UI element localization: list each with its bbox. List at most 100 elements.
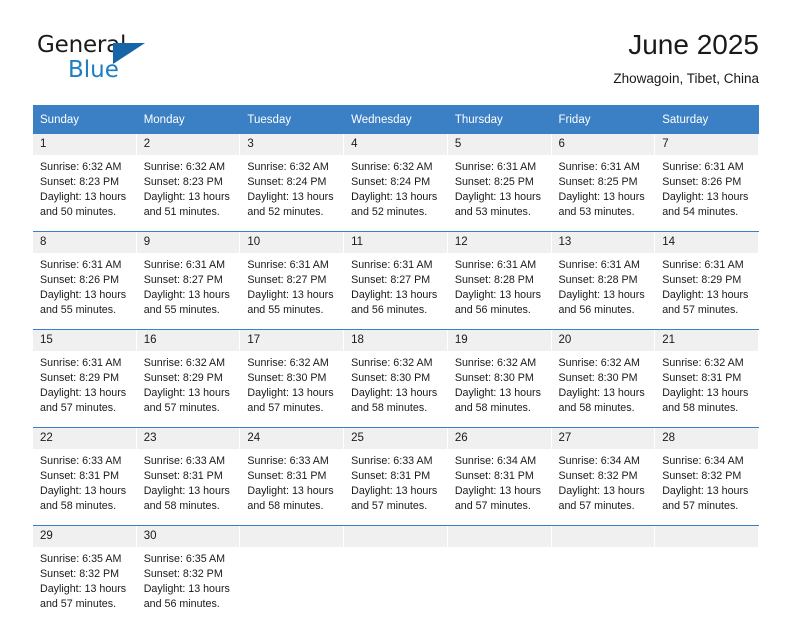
sunset-time: Sunset: 8:23 PM xyxy=(40,175,129,190)
sunset-time: Sunset: 8:27 PM xyxy=(144,273,233,288)
weekday-header-saturday: Saturday xyxy=(655,105,759,134)
sunrise-time: Sunrise: 6:34 AM xyxy=(559,454,648,469)
sunset-time: Sunset: 8:27 PM xyxy=(247,273,336,288)
day-details: Sunrise: 6:31 AMSunset: 8:29 PMDaylight:… xyxy=(33,351,137,427)
calendar-day-cell[interactable]: 5Sunrise: 6:31 AMSunset: 8:25 PMDaylight… xyxy=(448,134,552,232)
daylight-duration: Daylight: 13 hours and 58 minutes. xyxy=(559,386,648,416)
day-number: 3 xyxy=(240,134,344,155)
calendar-day-cell[interactable]: 13Sunrise: 6:31 AMSunset: 8:28 PMDayligh… xyxy=(552,232,656,330)
calendar-day-cell[interactable]: 20Sunrise: 6:32 AMSunset: 8:30 PMDayligh… xyxy=(552,330,656,428)
calendar-day-cell[interactable]: 15Sunrise: 6:31 AMSunset: 8:29 PMDayligh… xyxy=(33,330,137,428)
page-title: June 2025 xyxy=(613,28,759,62)
calendar-day-cell[interactable]: 24Sunrise: 6:33 AMSunset: 8:31 PMDayligh… xyxy=(240,428,344,526)
sunrise-time: Sunrise: 6:35 AM xyxy=(144,552,233,567)
daylight-duration: Daylight: 13 hours and 57 minutes. xyxy=(40,582,129,612)
sunset-time: Sunset: 8:30 PM xyxy=(247,371,336,386)
sunset-time: Sunset: 8:31 PM xyxy=(662,371,751,386)
calendar-day-cell[interactable]: 23Sunrise: 6:33 AMSunset: 8:31 PMDayligh… xyxy=(137,428,241,526)
daylight-duration: Daylight: 13 hours and 58 minutes. xyxy=(144,484,233,514)
sunrise-time: Sunrise: 6:32 AM xyxy=(247,160,336,175)
sunset-time: Sunset: 8:29 PM xyxy=(144,371,233,386)
daylight-duration: Daylight: 13 hours and 57 minutes. xyxy=(662,288,751,318)
calendar-day-cell[interactable]: 30Sunrise: 6:35 AMSunset: 8:32 PMDayligh… xyxy=(137,526,241,623)
daylight-duration: Daylight: 13 hours and 56 minutes. xyxy=(144,582,233,612)
calendar-empty-cell xyxy=(448,526,552,623)
daylight-duration: Daylight: 13 hours and 57 minutes. xyxy=(559,484,648,514)
day-details: Sunrise: 6:32 AMSunset: 8:23 PMDaylight:… xyxy=(137,155,241,231)
sunset-time: Sunset: 8:31 PM xyxy=(247,469,336,484)
day-number: 27 xyxy=(552,428,656,449)
sunrise-time: Sunrise: 6:35 AM xyxy=(40,552,129,567)
calendar-day-cell[interactable]: 2Sunrise: 6:32 AMSunset: 8:23 PMDaylight… xyxy=(137,134,241,232)
sunset-time: Sunset: 8:31 PM xyxy=(455,469,544,484)
calendar-day-cell[interactable]: 9Sunrise: 6:31 AMSunset: 8:27 PMDaylight… xyxy=(137,232,241,330)
daylight-duration: Daylight: 13 hours and 57 minutes. xyxy=(40,386,129,416)
calendar-day-cell[interactable]: 6Sunrise: 6:31 AMSunset: 8:25 PMDaylight… xyxy=(552,134,656,232)
calendar-day-cell[interactable]: 14Sunrise: 6:31 AMSunset: 8:29 PMDayligh… xyxy=(655,232,759,330)
day-details: Sunrise: 6:33 AMSunset: 8:31 PMDaylight:… xyxy=(240,449,344,525)
sunset-time: Sunset: 8:29 PM xyxy=(662,273,751,288)
calendar-day-cell[interactable]: 16Sunrise: 6:32 AMSunset: 8:29 PMDayligh… xyxy=(137,330,241,428)
day-details: Sunrise: 6:34 AMSunset: 8:32 PMDaylight:… xyxy=(552,449,656,525)
day-number xyxy=(448,526,552,547)
day-details: Sunrise: 6:33 AMSunset: 8:31 PMDaylight:… xyxy=(344,449,448,525)
sunrise-time: Sunrise: 6:33 AM xyxy=(144,454,233,469)
calendar-day-cell[interactable]: 17Sunrise: 6:32 AMSunset: 8:30 PMDayligh… xyxy=(240,330,344,428)
logo-text-blue: Blue xyxy=(68,57,119,83)
daylight-duration: Daylight: 13 hours and 51 minutes. xyxy=(144,190,233,220)
calendar-day-cell[interactable]: 25Sunrise: 6:33 AMSunset: 8:31 PMDayligh… xyxy=(344,428,448,526)
sunset-time: Sunset: 8:30 PM xyxy=(559,371,648,386)
sunrise-time: Sunrise: 6:31 AM xyxy=(559,258,648,273)
calendar-header-row: SundayMondayTuesdayWednesdayThursdayFrid… xyxy=(33,105,759,134)
day-number: 17 xyxy=(240,330,344,351)
calendar-page: General Blue June 2025 Zhowagoin, Tibet,… xyxy=(0,0,792,612)
daylight-duration: Daylight: 13 hours and 53 minutes. xyxy=(559,190,648,220)
sunset-time: Sunset: 8:31 PM xyxy=(351,469,440,484)
day-number: 6 xyxy=(552,134,656,155)
sunrise-time: Sunrise: 6:33 AM xyxy=(247,454,336,469)
calendar-day-cell[interactable]: 10Sunrise: 6:31 AMSunset: 8:27 PMDayligh… xyxy=(240,232,344,330)
sunset-time: Sunset: 8:30 PM xyxy=(351,371,440,386)
day-details: Sunrise: 6:31 AMSunset: 8:25 PMDaylight:… xyxy=(552,155,656,231)
day-details: Sunrise: 6:32 AMSunset: 8:24 PMDaylight:… xyxy=(240,155,344,231)
sunrise-time: Sunrise: 6:32 AM xyxy=(247,356,336,371)
day-number: 29 xyxy=(33,526,137,547)
daylight-duration: Daylight: 13 hours and 56 minutes. xyxy=(351,288,440,318)
weekday-header-tuesday: Tuesday xyxy=(240,105,344,134)
calendar-body: 1Sunrise: 6:32 AMSunset: 8:23 PMDaylight… xyxy=(33,134,759,623)
day-details: Sunrise: 6:31 AMSunset: 8:26 PMDaylight:… xyxy=(33,253,137,329)
calendar-day-cell[interactable]: 3Sunrise: 6:32 AMSunset: 8:24 PMDaylight… xyxy=(240,134,344,232)
general-blue-logo[interactable]: General Blue xyxy=(37,32,167,88)
calendar-week-row: 15Sunrise: 6:31 AMSunset: 8:29 PMDayligh… xyxy=(33,330,759,428)
calendar-day-cell[interactable]: 29Sunrise: 6:35 AMSunset: 8:32 PMDayligh… xyxy=(33,526,137,623)
calendar-day-cell[interactable]: 26Sunrise: 6:34 AMSunset: 8:31 PMDayligh… xyxy=(448,428,552,526)
sunset-time: Sunset: 8:26 PM xyxy=(662,175,751,190)
day-details: Sunrise: 6:32 AMSunset: 8:30 PMDaylight:… xyxy=(552,351,656,427)
day-number: 2 xyxy=(137,134,241,155)
calendar-day-cell[interactable]: 22Sunrise: 6:33 AMSunset: 8:31 PMDayligh… xyxy=(33,428,137,526)
calendar-day-cell[interactable]: 28Sunrise: 6:34 AMSunset: 8:32 PMDayligh… xyxy=(655,428,759,526)
calendar-day-cell[interactable]: 7Sunrise: 6:31 AMSunset: 8:26 PMDaylight… xyxy=(655,134,759,232)
calendar-day-cell[interactable]: 1Sunrise: 6:32 AMSunset: 8:23 PMDaylight… xyxy=(33,134,137,232)
calendar-day-cell[interactable]: 21Sunrise: 6:32 AMSunset: 8:31 PMDayligh… xyxy=(655,330,759,428)
day-number: 11 xyxy=(344,232,448,253)
day-number: 7 xyxy=(655,134,759,155)
daylight-duration: Daylight: 13 hours and 58 minutes. xyxy=(247,484,336,514)
day-number xyxy=(240,526,344,547)
calendar-day-cell[interactable]: 8Sunrise: 6:31 AMSunset: 8:26 PMDaylight… xyxy=(33,232,137,330)
page-header: General Blue June 2025 Zhowagoin, Tibet,… xyxy=(33,28,759,98)
weekday-header-sunday: Sunday xyxy=(33,105,137,134)
location-subtitle: Zhowagoin, Tibet, China xyxy=(613,71,759,87)
day-number: 15 xyxy=(33,330,137,351)
calendar-day-cell[interactable]: 19Sunrise: 6:32 AMSunset: 8:30 PMDayligh… xyxy=(448,330,552,428)
sunrise-time: Sunrise: 6:32 AM xyxy=(455,356,544,371)
sunrise-time: Sunrise: 6:31 AM xyxy=(247,258,336,273)
daylight-duration: Daylight: 13 hours and 55 minutes. xyxy=(144,288,233,318)
calendar-day-cell[interactable]: 11Sunrise: 6:31 AMSunset: 8:27 PMDayligh… xyxy=(344,232,448,330)
sunrise-time: Sunrise: 6:32 AM xyxy=(351,160,440,175)
day-details: Sunrise: 6:34 AMSunset: 8:32 PMDaylight:… xyxy=(655,449,759,525)
calendar-day-cell[interactable]: 12Sunrise: 6:31 AMSunset: 8:28 PMDayligh… xyxy=(448,232,552,330)
calendar-day-cell[interactable]: 4Sunrise: 6:32 AMSunset: 8:24 PMDaylight… xyxy=(344,134,448,232)
calendar-day-cell[interactable]: 18Sunrise: 6:32 AMSunset: 8:30 PMDayligh… xyxy=(344,330,448,428)
calendar-day-cell[interactable]: 27Sunrise: 6:34 AMSunset: 8:32 PMDayligh… xyxy=(552,428,656,526)
